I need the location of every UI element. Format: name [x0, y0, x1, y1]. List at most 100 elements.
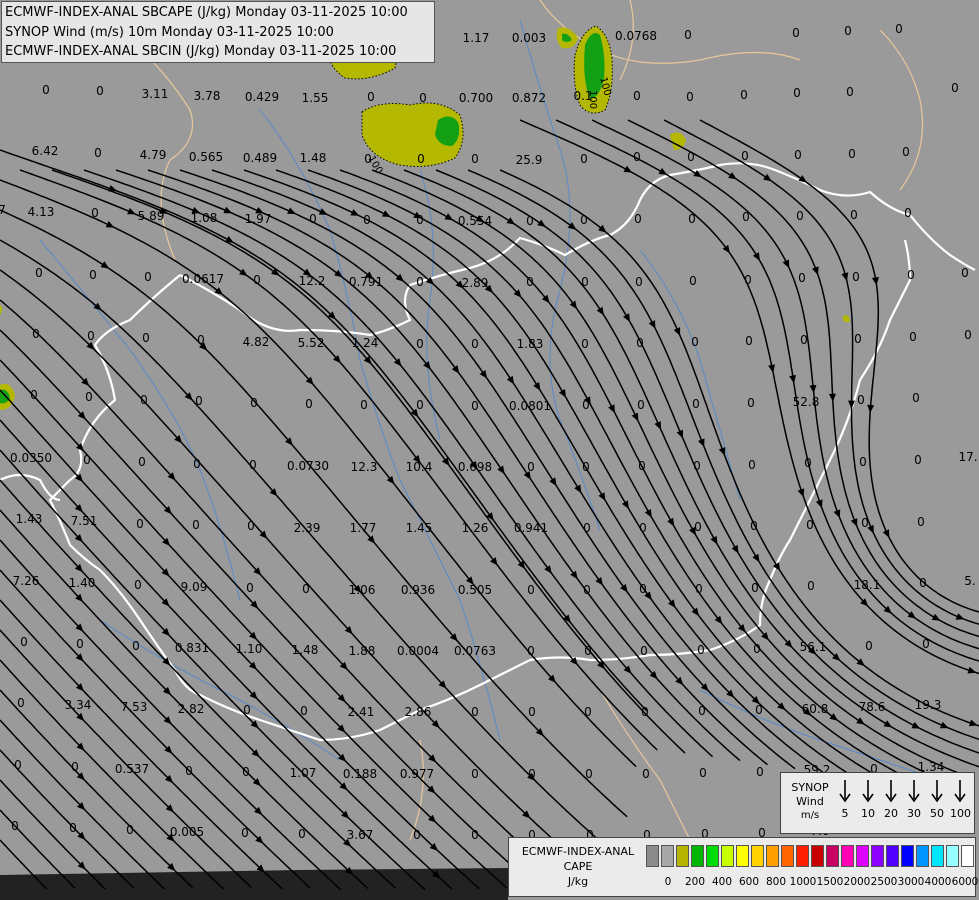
cape-value-label: 0 — [250, 396, 258, 410]
cape-value-label: 0 — [634, 212, 642, 226]
cape-value-label: 17. — [958, 450, 977, 464]
cape-legend-tick: 4000 — [924, 876, 952, 888]
cape-value-label: 1.48 — [300, 151, 327, 165]
cape-value-label: 0 — [857, 393, 865, 407]
cape-value-label: 0 — [140, 393, 148, 407]
cape-value-label: 0 — [740, 88, 748, 102]
cape-value-label: 56.1 — [800, 640, 827, 654]
cape-value-label: 0 — [861, 516, 869, 530]
cape-value-label: 0 — [684, 28, 692, 42]
cape-value-label: 5. — [964, 574, 975, 588]
cape-value-label: 0 — [243, 703, 251, 717]
cape-value-label: 0 — [11, 819, 19, 833]
cape-value-label: 0 — [76, 637, 84, 651]
cape-value-label: 0 — [907, 268, 915, 282]
map-canvas[interactable]: 100 100 100 1.17 0.003 0.0768 0 0 0 00 0 3.11 3.7… — [0, 0, 979, 900]
cape-value-label: 0 — [951, 81, 959, 95]
cape-value-label: 52.8 — [793, 395, 820, 409]
cape-value-label: 0 — [71, 760, 79, 774]
cape-value-label: 0 — [691, 335, 699, 349]
cape-value-label: 0 — [416, 275, 424, 289]
cape-value-label: 0.700 — [459, 91, 493, 105]
cape-value-label: 1.40 — [69, 576, 96, 590]
cape-legend-swatch — [646, 845, 659, 867]
cape-value-label: 3.67 — [347, 828, 374, 842]
cape-value-label: 0 — [796, 209, 804, 223]
cape-value-label: 1.48 — [292, 643, 319, 657]
wind-legend: SYNOP Wind m/s 5 10 20 30 50 100 — [780, 772, 975, 834]
cape-value-label: 0 — [526, 275, 534, 289]
cape-value-label: 0 — [417, 152, 425, 166]
cape-value-label: 0 — [692, 397, 700, 411]
cape-value-label: 0 — [794, 148, 802, 162]
cape-value-label: 0 — [756, 765, 764, 779]
cape-value-label: 0 — [582, 460, 590, 474]
cape-value-label: 3.11 — [142, 87, 169, 101]
cape-legend-swatch — [706, 845, 719, 867]
cape-color-legend: ECMWF-INDEX-ANAL CAPE J/kg 0 200 400 600 800… — [508, 837, 979, 897]
cape-value-label: 0 — [87, 329, 95, 343]
cape-value-label: 0 — [142, 331, 150, 345]
cape-value-label: 0 — [697, 643, 705, 657]
cape-value-label: 0 — [741, 149, 749, 163]
cape-value-label: 0 — [134, 578, 142, 592]
cape-value-label: 0.698 — [458, 460, 492, 474]
cape-value-label: 0 — [363, 213, 371, 227]
cape-value-label: 0 — [96, 84, 104, 98]
cape-value-label: 0 — [686, 90, 694, 104]
cape-value-label: 0 — [584, 644, 592, 658]
cape-value-label: 0 — [859, 455, 867, 469]
cape-legend-swatch — [766, 845, 779, 867]
cape-legend-swatch — [931, 845, 944, 867]
cape-value-label: 0 — [32, 327, 40, 341]
cape-value-label: 0 — [804, 456, 812, 470]
cape-value-label: 0.429 — [245, 90, 279, 104]
cape-value-label: 0 — [471, 152, 479, 166]
cape-value-label: 0 — [635, 275, 643, 289]
cape-value-label: 4.13 — [28, 205, 55, 219]
cape-value-label: 0 — [580, 213, 588, 227]
cape-value-label: 5.52 — [298, 336, 325, 350]
cape-value-label: 0 — [753, 642, 761, 656]
cape-value-label: 0 — [695, 582, 703, 596]
cape-value-label: 0 — [581, 275, 589, 289]
cape-value-label: 0 — [527, 460, 535, 474]
cape-legend-swatch — [676, 845, 689, 867]
cape-value-label: 0 — [584, 705, 592, 719]
cape-value-label: 0 — [844, 24, 852, 38]
cape-value-label: 0 — [747, 396, 755, 410]
cape-value-label: 2.86 — [405, 705, 432, 719]
cape-value-label: 0 — [639, 521, 647, 535]
cape-value-label: 0 — [89, 268, 97, 282]
cape-value-label: 1.97 — [245, 212, 272, 226]
cape-value-label: 0.831 — [175, 641, 209, 655]
cape-value-label: 4.79 — [140, 148, 167, 162]
cape-value-label: 0 — [367, 90, 375, 104]
cape-value-label: 0 — [305, 397, 313, 411]
cape-value-label: 0 — [242, 765, 250, 779]
cape-value-label: 0 — [583, 583, 591, 597]
cape-legend-tick: 400 — [711, 876, 733, 888]
cape-value-label: 0 — [197, 333, 205, 347]
cape-value-label: 0.0617 — [182, 272, 224, 286]
cape-value-label: 0 — [126, 823, 134, 837]
cape-value-label: 0 — [865, 639, 873, 653]
cape-value-label: 12.3 — [351, 460, 378, 474]
cape-value-label: 0 — [793, 86, 801, 100]
cape-value-label: 0 — [83, 453, 91, 467]
cape-value-label: 1.24 — [352, 336, 379, 350]
wind-legend-arrow: 50 — [927, 779, 947, 820]
cape-legend-tick: 200 — [684, 876, 706, 888]
cape-value-label: 9.09 — [181, 580, 208, 594]
cape-legend-tick: 6000 — [951, 876, 979, 888]
cape-value-label: 0 — [471, 705, 479, 719]
cape-value-label: 0 — [192, 518, 200, 532]
cape-value-label: 0.0763 — [454, 644, 496, 658]
cape-value-label: 1.88 — [349, 644, 376, 658]
cape-value-label: 0 — [755, 703, 763, 717]
cape-value-label: 0 — [919, 576, 927, 590]
cape-value-label: 1.08 — [191, 211, 218, 225]
cape-legend-tick: 3000 — [897, 876, 925, 888]
cape-legend-swatch — [886, 845, 899, 867]
cape-value-label: 12.2 — [299, 274, 326, 288]
